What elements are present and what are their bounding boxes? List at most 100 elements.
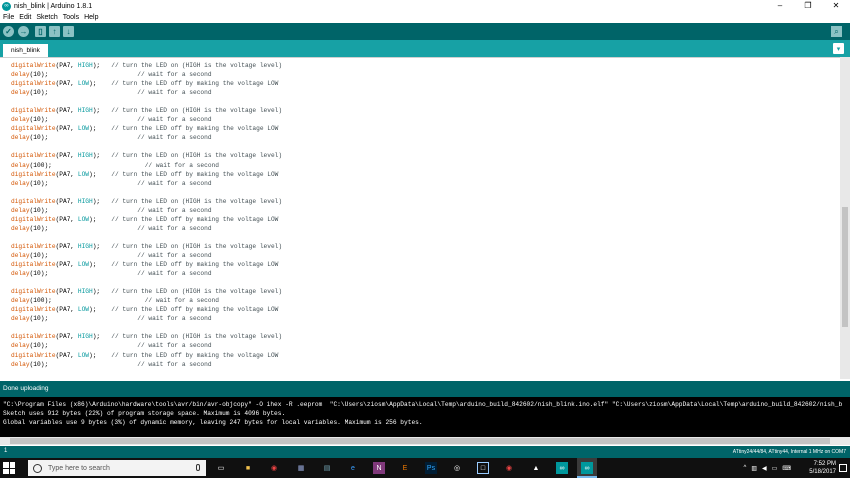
minimize-button[interactable]: – (766, 0, 794, 12)
menu-help[interactable]: Help (84, 14, 98, 21)
arduino-icon[interactable]: ∞ (581, 462, 593, 474)
console-line: Sketch uses 912 bytes (22%) of program s… (3, 410, 286, 417)
code-comment: // turn the LED off by making the voltag… (111, 80, 279, 88)
serial-monitor-button[interactable]: ⌕ (831, 26, 842, 37)
window-app-icon[interactable]: □ (477, 462, 489, 474)
code-arg: 10 (33, 224, 41, 232)
file-explorer-icon[interactable]: ■ (242, 462, 254, 474)
code-comma: , (70, 170, 78, 178)
code-constant: HIGH (77, 333, 93, 341)
code-line: digitalWrite(PA7, LOW); // turn the LED … (11, 260, 282, 269)
window-controls: – ❐ ✕ (766, 0, 850, 12)
code-line: digitalWrite(PA7, HIGH); // turn the LED… (11, 332, 282, 341)
code-function: delay (11, 179, 30, 187)
chrome-icon[interactable]: ◉ (268, 462, 280, 474)
windows-logo-icon (3, 468, 9, 474)
close-button[interactable]: ✕ (822, 0, 850, 12)
code-arg: 10 (33, 71, 41, 79)
chevron-up-icon[interactable]: ^ (744, 465, 747, 471)
code-function: delay (11, 360, 30, 368)
code-arg: PA7 (59, 242, 71, 250)
code-arg: 10 (33, 134, 41, 142)
onenote-icon[interactable]: N (373, 462, 385, 474)
tab-bar: nish_blink ▾ (0, 40, 850, 57)
start-button[interactable] (3, 462, 15, 474)
arrow-down-icon: ↓ (66, 27, 71, 36)
code-line: digitalWrite(PA7, LOW); // turn the LED … (11, 170, 282, 179)
tab-menu-button[interactable]: ▾ (833, 43, 844, 54)
verify-button[interactable]: ✓ (3, 26, 14, 37)
code-constant: LOW (77, 351, 89, 359)
taskbar-clock[interactable]: 7:52 PM 5/18/2017 (809, 460, 836, 476)
notification-icon[interactable] (839, 464, 847, 472)
new-file-icon: ▯ (38, 27, 43, 36)
editor-scrollbar[interactable] (840, 57, 850, 379)
code-constant: HIGH (77, 107, 93, 115)
new-button[interactable]: ▯ (35, 26, 46, 37)
code-comment: // turn the LED off by making the voltag… (111, 261, 279, 269)
code-arg: PA7 (59, 62, 71, 69)
open-button[interactable]: ↑ (49, 26, 60, 37)
chrome-icon[interactable]: ◉ (503, 462, 515, 474)
code-arg: 10 (33, 342, 41, 350)
menu-sketch[interactable]: Sketch (36, 14, 57, 21)
code-paren: ); (44, 297, 52, 305)
taskbar-search[interactable]: Type here to search (28, 460, 206, 476)
app-circle-icon[interactable]: ◎ (451, 462, 463, 474)
code-comment: // wait for a second (137, 360, 212, 368)
footer-bar: 1 ATtiny24/44/84, ATtiny44, Internal 1 M… (0, 446, 850, 458)
code-function: digitalWrite (11, 333, 56, 341)
editor-scrollbar-thumb[interactable] (842, 207, 848, 327)
code-comma: , (70, 215, 78, 223)
photoshop-icon[interactable]: Ps (425, 462, 437, 474)
battery-icon[interactable]: ▭ (772, 465, 778, 472)
code-line: digitalWrite(PA7, LOW); // turn the LED … (11, 124, 282, 133)
code-function: digitalWrite (11, 242, 56, 250)
photos-icon[interactable]: ▦ (295, 462, 307, 474)
maximize-button[interactable]: ❐ (794, 0, 822, 12)
code-comment: // turn the LED on (HIGH is the voltage … (111, 333, 283, 341)
console-line: "C:\Program Files (x86)\Arduino\hardware… (3, 401, 843, 408)
title-bar: ∞ nish_blink | Arduino 1.8.1 – ❐ ✕ (0, 0, 850, 12)
keyboard-icon[interactable]: ⌨ (782, 465, 791, 472)
board-info: ATtiny24/44/84, ATtiny44, Internal 1 MHz… (732, 449, 846, 455)
code-comma: , (70, 261, 78, 269)
volume-icon[interactable]: ◀ (762, 465, 767, 472)
menu-file[interactable]: File (3, 14, 14, 21)
image-icon[interactable]: ▲ (530, 462, 542, 474)
code-editor[interactable]: digitalWrite(PA7, HIGH); // turn the LED… (0, 57, 850, 379)
code-comma: , (70, 125, 78, 133)
code-line: delay(10); // wait for a second (11, 206, 282, 215)
code-comment: // turn the LED on (HIGH is the voltage … (111, 242, 283, 250)
save-button[interactable]: ↓ (63, 26, 74, 37)
tab-nish-blink[interactable]: nish_blink (3, 44, 48, 57)
console-scrollbar-thumb[interactable] (10, 438, 830, 444)
photos-icon[interactable]: ▤ (321, 462, 333, 474)
arduino-icon[interactable]: ∞ (556, 462, 568, 474)
code-constant: HIGH (77, 197, 93, 205)
menu-edit[interactable]: Edit (19, 14, 31, 21)
code-comment: // turn the LED on (HIGH is the voltage … (111, 288, 283, 296)
console-scrollbar[interactable] (0, 437, 850, 445)
microphone-icon[interactable] (196, 464, 200, 471)
code-arg: 100 (33, 161, 45, 169)
edge-icon[interactable]: e (347, 462, 359, 474)
upload-button[interactable]: → (18, 26, 29, 37)
menu-tools[interactable]: Tools (63, 14, 79, 21)
app-icon[interactable]: E (399, 462, 411, 474)
network-icon[interactable]: ▥ (751, 465, 757, 472)
search-placeholder: Type here to search (48, 464, 110, 472)
task-view-icon[interactable]: ▭ (215, 462, 227, 474)
